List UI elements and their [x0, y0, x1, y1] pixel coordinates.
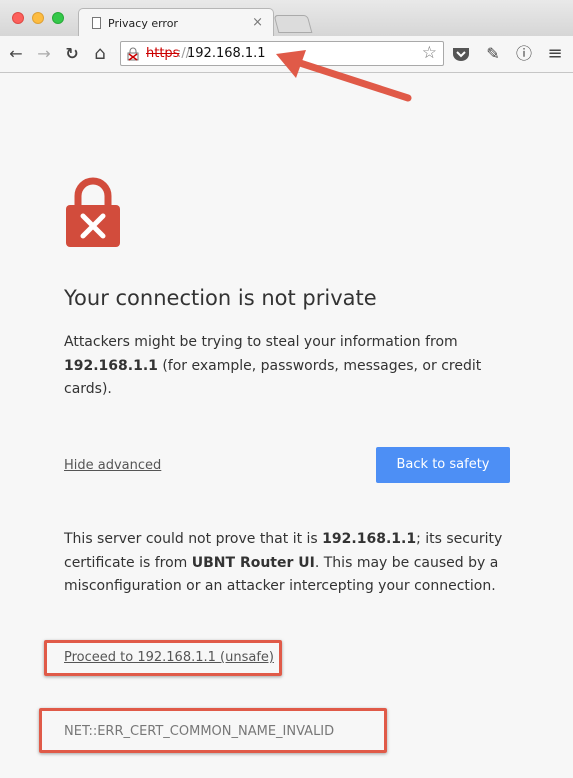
url-scheme: https	[146, 46, 180, 61]
details-text-1: This server could not prove that it is	[64, 531, 323, 547]
details-host: 192.168.1.1	[322, 531, 417, 547]
page-icon	[92, 17, 101, 29]
intro-text-start: Attackers might be trying to steal your …	[64, 334, 458, 350]
hide-advanced-link[interactable]: Hide advanced	[64, 458, 161, 473]
home-icon[interactable]: ⌂	[90, 44, 110, 64]
info-icon[interactable]: ⓘ	[514, 44, 534, 64]
interstitial-page: Your connection is not private Attackers…	[0, 73, 573, 778]
back-arrow-icon[interactable]: ←	[6, 44, 26, 64]
forward-arrow-icon[interactable]: →	[34, 44, 54, 64]
pocket-icon[interactable]	[452, 46, 470, 62]
menu-icon[interactable]: ≡	[545, 44, 565, 64]
new-tab-button[interactable]	[273, 15, 313, 33]
broken-lock-icon	[127, 47, 139, 61]
tab-title: Privacy error	[108, 17, 178, 30]
intro-text: Attackers might be trying to steal your …	[64, 331, 509, 402]
error-code: NET::ERR_CERT_COMMON_NAME_INVALID	[64, 724, 335, 739]
url-host: 192.168.1.1	[187, 46, 266, 61]
pin-icon[interactable]: ✎	[483, 44, 503, 64]
proceed-unsafe-link[interactable]: Proceed to 192.168.1.1 (unsafe)	[64, 650, 274, 665]
back-to-safety-button[interactable]: Back to safety	[376, 447, 510, 483]
toolbar: ← → ↻ ⌂ https :// 192.168.1.1 ☆ ✎ ⓘ ≡	[0, 36, 573, 73]
tab-privacy-error[interactable]: Privacy error ×	[78, 8, 274, 38]
bookmark-star-icon[interactable]: ☆	[422, 43, 437, 63]
certificate-issuer: UBNT Router UI	[191, 554, 315, 571]
address-bar[interactable]: https :// 192.168.1.1 ☆	[120, 41, 444, 66]
close-window-button[interactable]	[12, 12, 24, 24]
tab-close-icon[interactable]: ×	[252, 15, 263, 30]
zoom-window-button[interactable]	[52, 12, 64, 24]
intro-host: 192.168.1.1	[64, 357, 158, 374]
reload-icon[interactable]: ↻	[62, 44, 82, 64]
page-title: Your connection is not private	[64, 286, 377, 310]
lock-error-icon	[66, 177, 120, 247]
details-text: This server could not prove that it is 1…	[64, 528, 509, 599]
title-bar: Privacy error ×	[0, 0, 573, 38]
browser-window: Privacy error × ← → ↻ ⌂ https :// 192.16…	[0, 0, 573, 778]
minimize-window-button[interactable]	[32, 12, 44, 24]
